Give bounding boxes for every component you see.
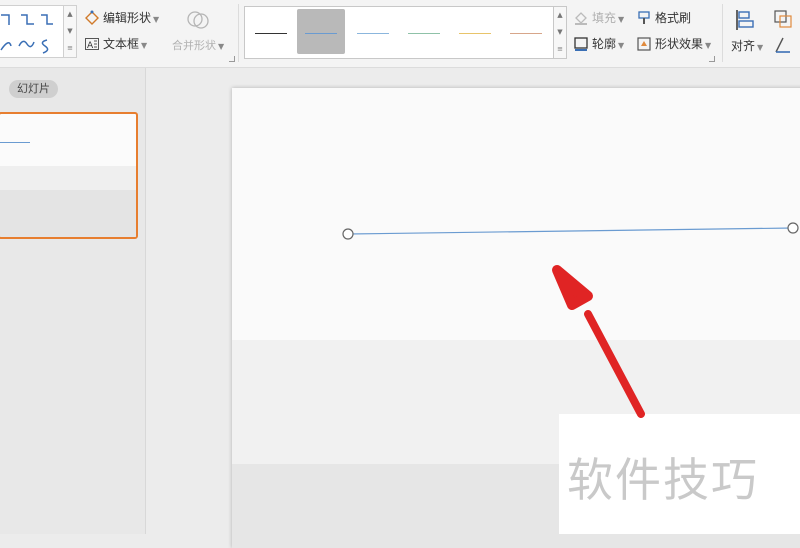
line-start-handle[interactable] xyxy=(342,228,354,240)
selected-line-shape[interactable] xyxy=(347,227,794,235)
slide-overlay xyxy=(342,222,799,418)
red-arrow-annotation xyxy=(552,265,645,418)
line-end-handle[interactable] xyxy=(787,222,799,234)
